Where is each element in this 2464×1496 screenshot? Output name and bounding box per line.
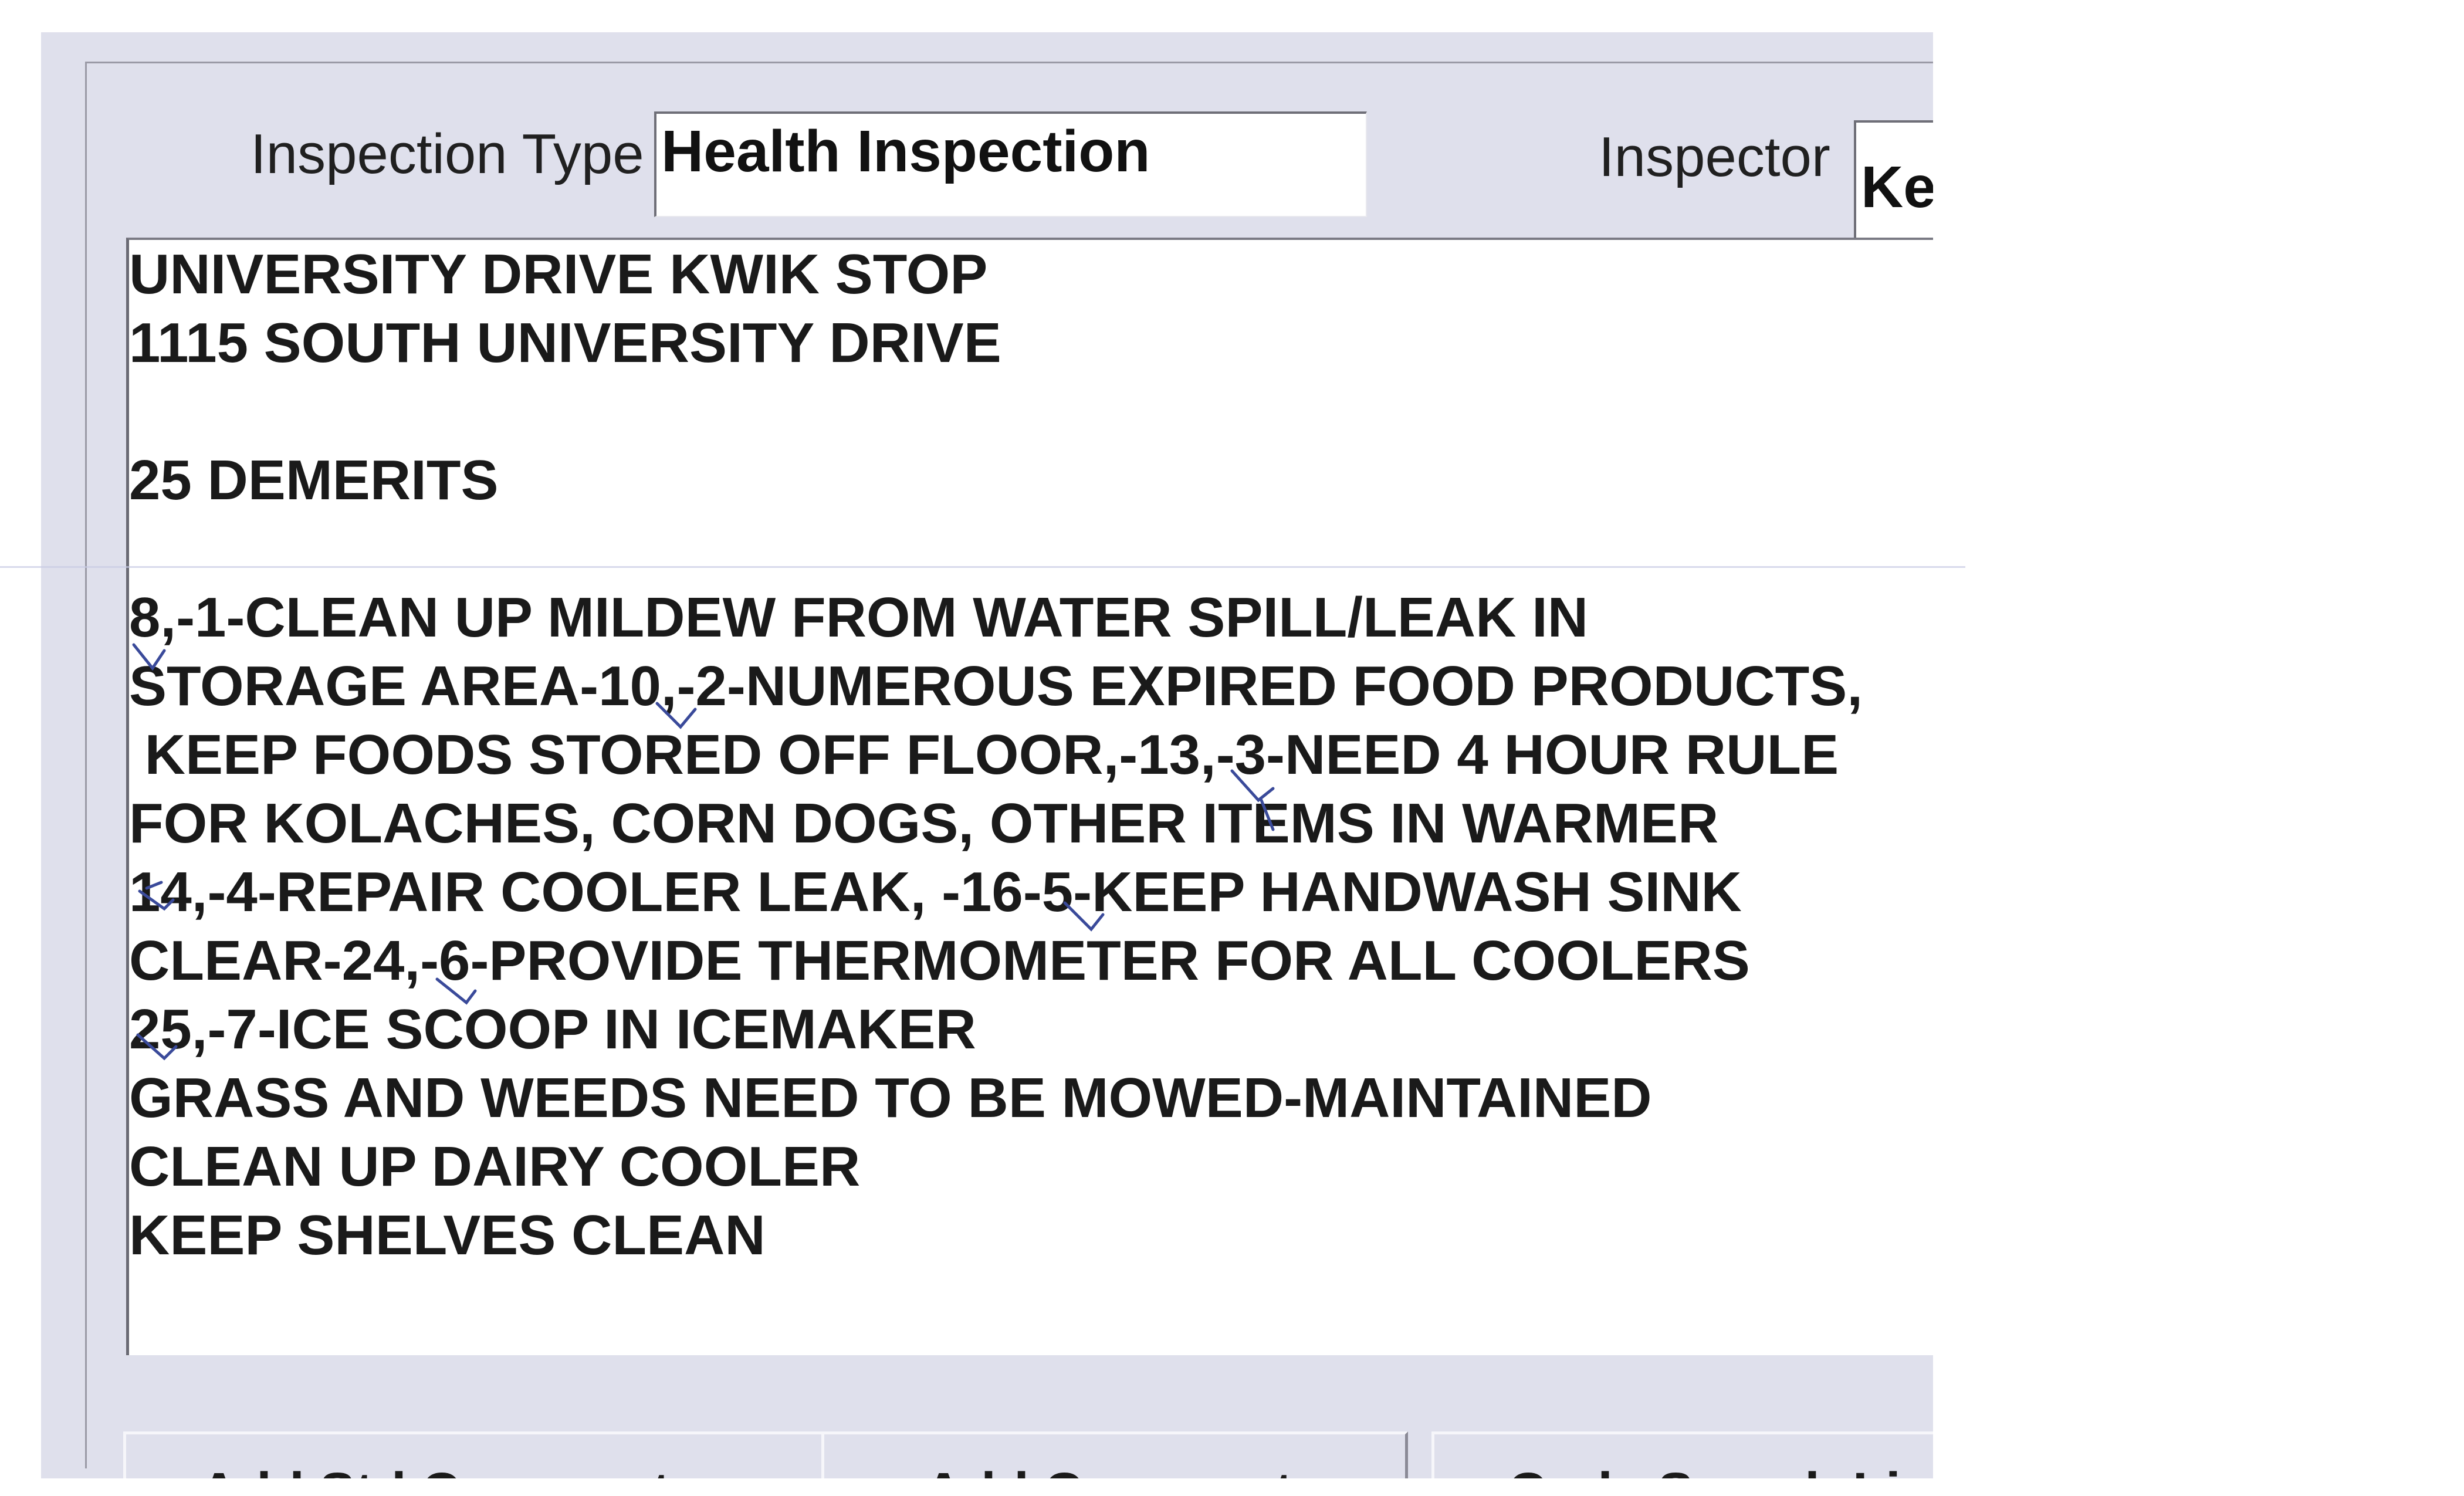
inspection-type-label: Inspection Type	[251, 123, 644, 185]
comment-line: 25,-7-ICE SCOOP IN ICEMAKER	[129, 998, 976, 1061]
inspector-field[interactable]: Ke	[1854, 120, 1933, 255]
code-search-button[interactable]: Code Search Li	[1431, 1431, 1933, 1478]
comment-line: 8,-1-CLEAN UP MILDEW FROM WATER SPILL/LE…	[129, 586, 1589, 649]
comment-line: 1115 SOUTH UNIVERSITY DRIVE	[129, 312, 1001, 374]
inspection-type-value: Health Inspection	[661, 119, 1150, 184]
comment-line: CLEAN UP DAIRY COOLER	[129, 1135, 861, 1198]
comment-line: STORAGE AREA-10,-2-NUMEROUS EXPIRED FOOD…	[129, 655, 1863, 717]
comment-line: KEEP SHELVES CLEAN	[129, 1204, 766, 1267]
comment-line: CLEAR-24,-6-PROVIDE THERMOMETER FOR ALL …	[129, 929, 1750, 992]
comment-line: 25 DEMERITS	[129, 449, 499, 512]
comment-line: KEEP FOODS STORED OFF FLOOR,-13,-3-NEED …	[129, 723, 1839, 786]
inspector-value: Ke	[1861, 154, 1933, 220]
scanned-page: Inspection Type Health Inspection Inspec…	[0, 0, 2464, 1496]
comment-line: FOR KOLACHES, CORN DOGS, OTHER ITEMS IN …	[129, 792, 1719, 855]
comment-line	[129, 515, 1863, 583]
comment-line	[129, 377, 1863, 446]
scan-line-artifact	[0, 566, 1965, 568]
add-std-comments-button[interactable]: Add Std Comments	[123, 1431, 824, 1478]
add-std-comments-label: Add Std Comments	[199, 1465, 700, 1478]
add-comment-button[interactable]: Add Comment	[821, 1431, 1408, 1478]
comments-textarea[interactable]: UNIVERSITY DRIVE KWIK STOP 1115 SOUTH UN…	[126, 238, 1933, 1355]
comment-line: GRASS AND WEEDS NEED TO BE MOWED-MAINTAI…	[129, 1067, 1652, 1129]
code-search-label: Code Search Li	[1508, 1465, 1901, 1478]
inspector-label: Inspector	[1599, 126, 1830, 188]
comment-line: UNIVERSITY DRIVE KWIK STOP	[129, 243, 988, 306]
comments-lines: UNIVERSITY DRIVE KWIK STOP 1115 SOUTH UN…	[129, 240, 1863, 1270]
inspection-dialog: Inspection Type Health Inspection Inspec…	[41, 32, 1933, 1478]
comment-line: 14,-4-REPAIR COOLER LEAK, -16-5-KEEP HAN…	[129, 861, 1742, 923]
add-comment-label: Add Comment	[924, 1465, 1293, 1478]
inspection-type-field[interactable]: Health Inspection	[654, 111, 1367, 217]
